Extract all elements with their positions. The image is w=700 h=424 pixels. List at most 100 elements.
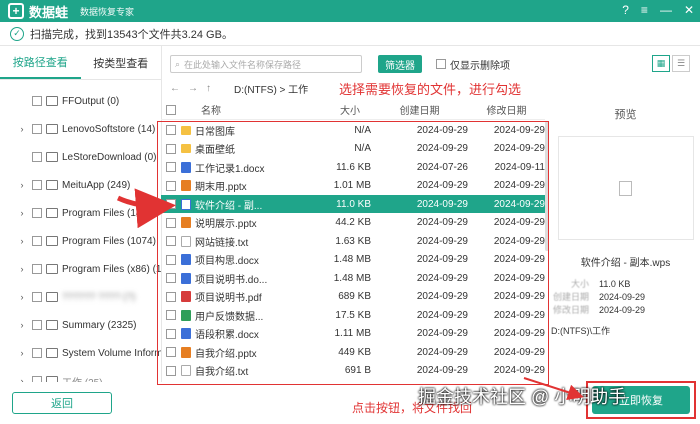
tree-item[interactable]: LeStoreDownload (0) — [16, 146, 157, 168]
tree-item-label: FFOutput (0) — [62, 95, 120, 107]
tree-item-label: LenovoSoftstore (14) — [62, 123, 156, 135]
tree-item-checkbox[interactable] — [32, 124, 42, 134]
grid-view-icon[interactable]: ▦ — [652, 55, 670, 72]
meta-size-key: 大小 — [570, 279, 589, 289]
logo-cross-icon: + — [8, 3, 24, 19]
header-modified[interactable]: 修改日期 — [468, 102, 545, 117]
tree-item-label: LeStoreDownload (0) — [62, 151, 157, 163]
tree-item[interactable]: › Program Files (1074) — [16, 230, 156, 252]
chevron-right-icon[interactable]: › — [16, 264, 28, 274]
view-tabs: 按路径查看 按类型查看 — [0, 46, 161, 80]
scan-status-text: 扫描完成，找到13543个文件共3.24 GB。 — [30, 28, 233, 41]
list-view-icon[interactable]: ☰ — [672, 55, 690, 72]
folder-icon — [46, 96, 58, 106]
watermark: 掘金技术社区 @ 小明助手 — [418, 387, 627, 407]
deleted-only-checkbox[interactable] — [436, 59, 446, 69]
tree-item-checkbox[interactable] — [32, 180, 42, 190]
tree-item-label: MeituApp (249) — [62, 179, 131, 191]
meta-modified-key: 修改日期 — [552, 305, 589, 315]
search-icon: ⌕ — [175, 58, 181, 69]
tree-item-label: System Volume Informati — [62, 347, 162, 359]
tab-by-path[interactable]: 按路径查看 — [0, 46, 81, 79]
tree-item-checkbox[interactable] — [32, 264, 42, 274]
help-icon[interactable]: ? — [622, 3, 629, 17]
meta-size-value: 11.0 KB — [599, 278, 631, 289]
chevron-right-icon[interactable]: › — [16, 320, 28, 330]
preview-meta: 大小 11.0 KB 创建日期 2024-09-29 修改日期 2024-09-29 — [551, 277, 700, 316]
search-input[interactable]: ⌕ 在此处输入文件名称保存路径 — [170, 55, 362, 73]
toolbar: ⌕ 在此处输入文件名称保存路径 筛选器 仅显示删除项 ▦ ☰ — [170, 52, 690, 76]
scan-status: ✓ 扫描完成，找到13543个文件共3.24 GB。 — [0, 22, 700, 46]
tree-item[interactable]: › Program Files (x86) (1976 — [16, 258, 162, 280]
tree-item[interactable]: › System Volume Informati — [16, 342, 162, 364]
tree-item-label: Program Files (x86) (1976 — [62, 263, 162, 275]
tree-item-label: Program Files (14) — [62, 207, 145, 219]
app-logo-text: 数据蛙 — [29, 4, 69, 20]
tree-item-checkbox[interactable] — [32, 96, 42, 106]
app-logo: + 数据蛙 — [8, 2, 68, 21]
search-placeholder: 在此处输入文件名称保存路径 — [184, 59, 302, 70]
tree-item[interactable]: › Program Files (14) — [16, 202, 145, 224]
meta-created-value: 2024-09-29 — [599, 291, 646, 302]
chevron-right-icon[interactable]: › — [16, 348, 28, 358]
chevron-right-icon[interactable]: › — [16, 124, 28, 134]
tree-item[interactable]: › 工作 (25) — [16, 370, 103, 382]
back-button[interactable]: 返回 — [12, 392, 112, 414]
table-header: 名称 大小 创建日期 修改日期 — [161, 100, 545, 120]
preview-title: 预览 — [614, 109, 637, 121]
minimize-icon[interactable]: — — [660, 3, 672, 17]
tree-item-label: Program Files (1074) — [62, 235, 156, 247]
tree-item[interactable]: › LenovoSoftstore (14) — [16, 118, 156, 140]
meta-created-key: 创建日期 — [552, 292, 589, 302]
title-bar: + 数据蛙 数据恢复专家 ? ≡ — ✕ — [0, 0, 700, 22]
folder-icon — [46, 208, 58, 218]
check-icon: ✓ — [10, 26, 24, 41]
tree-item[interactable]: FFOutput (0) — [16, 90, 119, 112]
menu-icon[interactable]: ≡ — [641, 3, 648, 17]
annotation-highlight-box — [157, 121, 549, 385]
back-arrow-icon[interactable]: ← — [170, 83, 188, 94]
header-created[interactable]: 创建日期 — [371, 102, 468, 117]
preview-area — [557, 136, 694, 240]
folder-icon — [46, 124, 58, 134]
tree-item-checkbox[interactable] — [32, 152, 42, 162]
folder-icon — [46, 152, 58, 162]
tree-item[interactable]: › MeituApp (249) — [16, 174, 131, 196]
folder-icon — [46, 236, 58, 246]
folder-icon — [46, 320, 58, 330]
folder-icon — [46, 180, 58, 190]
header-size[interactable]: 大小 — [329, 102, 371, 117]
up-arrow-icon[interactable]: ↑ — [206, 83, 224, 94]
left-panel: 按路径查看 按类型查看 FFOutput (0) › LenovoSoftstore… — [0, 46, 162, 382]
chevron-right-icon[interactable]: › — [16, 208, 28, 218]
tree-item[interactable]: › Summary (2325) — [16, 314, 137, 336]
deleted-only-label: 仅显示删除项 — [450, 60, 510, 72]
document-icon — [619, 180, 632, 196]
window-controls: ? ≡ — ✕ — [622, 3, 694, 17]
header-name[interactable]: 名称 — [181, 102, 329, 117]
current-path: D:(NTFS) > 工作 — [234, 84, 309, 96]
tree-item-checkbox[interactable] — [32, 348, 42, 358]
tree-item-checkbox[interactable] — [32, 376, 42, 382]
tree-item-checkbox[interactable] — [32, 236, 42, 246]
folder-icon — [46, 348, 58, 358]
chevron-right-icon[interactable]: › — [16, 180, 28, 190]
folder-icon — [46, 376, 58, 382]
forward-arrow-icon[interactable]: → — [188, 83, 206, 94]
deleted-only-toggle[interactable]: 仅显示删除项 — [432, 57, 510, 72]
select-all-checkbox[interactable] — [166, 104, 176, 115]
tree-item-checkbox[interactable] — [32, 292, 42, 302]
filter-button[interactable]: 筛选器 — [378, 55, 422, 73]
app-subtitle: 数据恢复专家 — [80, 6, 135, 17]
close-icon[interactable]: ✕ — [684, 3, 694, 17]
chevron-right-icon[interactable]: › — [16, 292, 28, 302]
tree-item-checkbox[interactable] — [32, 320, 42, 330]
preview-panel: 预览 软件介绍 - 副本.wps 大小 11.0 KB 创建日期 2024-09-2… — [551, 98, 700, 338]
tab-by-type[interactable]: 按类型查看 — [81, 46, 162, 79]
preview-file-name: 软件介绍 - 副本.wps — [580, 258, 671, 269]
tree-item[interactable]: › ?????? ???? (?) — [16, 286, 136, 308]
chevron-right-icon[interactable]: › — [16, 236, 28, 246]
chevron-right-icon[interactable]: › — [16, 376, 28, 382]
tree-item-checkbox[interactable] — [32, 208, 42, 218]
folder-icon — [46, 292, 58, 302]
